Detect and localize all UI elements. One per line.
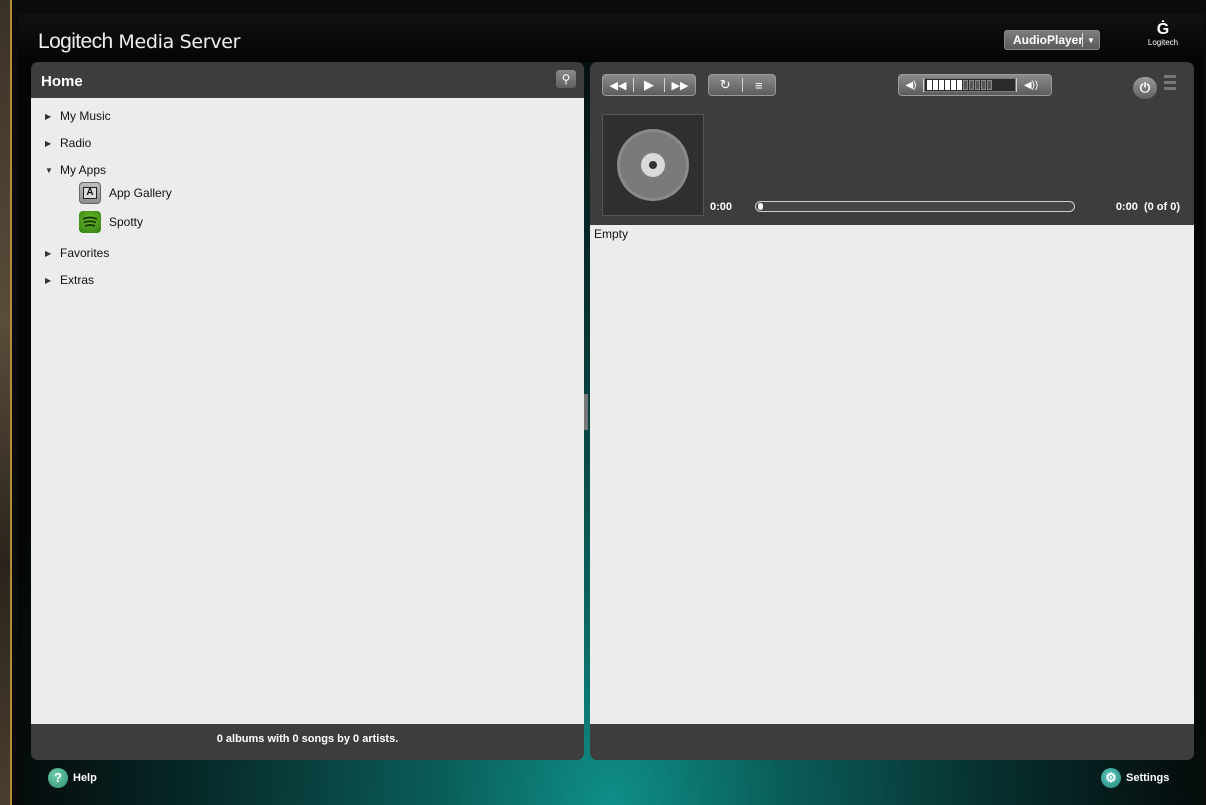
volume-up-button[interactable]: ◀))	[1017, 75, 1045, 95]
power-button[interactable]: ⏻	[1133, 77, 1157, 99]
home-panel: Home ⚲ ▶ My Music ▶ Radio ▼ My Apps A Ap…	[31, 62, 584, 760]
volume-segment	[927, 80, 932, 90]
volume-segment	[945, 80, 950, 90]
tree-item-extras[interactable]: ▶ Extras	[45, 272, 94, 288]
play-icon: ▶	[643, 77, 654, 92]
library-stats: 0 albums with 0 songs by 0 artists.	[216, 733, 399, 745]
power-icon: ⏻	[1139, 80, 1151, 95]
player-select[interactable]: AudioPlayer ▼	[1004, 30, 1100, 50]
volume-segment	[963, 80, 968, 90]
volume-down-icon: ◀)	[905, 79, 917, 91]
player-menu-button[interactable]	[1164, 75, 1178, 97]
logo-text: Logitech	[1147, 38, 1179, 47]
mode-controls: ↻ ≡	[708, 74, 776, 96]
chevron-down-icon: ▼	[1087, 36, 1095, 45]
settings-link[interactable]: ⚙ Settings	[1101, 768, 1169, 788]
repeat-icon: ↻	[719, 77, 731, 92]
tree-item-label: My Apps	[60, 163, 107, 177]
volume-segment	[975, 80, 980, 90]
home-tree: ▶ My Music ▶ Radio ▼ My Apps A App Galle…	[31, 98, 584, 724]
album-art	[602, 114, 704, 216]
expand-arrow-icon[interactable]: ▶	[45, 276, 55, 285]
tree-item-label: Favorites	[60, 246, 110, 260]
spotty-icon	[79, 211, 101, 233]
total-time: 0:00 (0 of 0)	[1115, 201, 1180, 213]
app-item-label: App Gallery	[109, 186, 172, 200]
menu-line	[1164, 87, 1176, 90]
volume-up-icon: ◀))	[1023, 79, 1039, 91]
top-bar: Logitech Media Server AudioPlayer ▼ Ġ Lo…	[18, 14, 1204, 62]
shuffle-button[interactable]: ≡	[742, 75, 775, 95]
app-window: Logitech Media Server AudioPlayer ▼ Ġ Lo…	[18, 14, 1204, 805]
screen: Logitech Media Server AudioPlayer ▼ Ġ Lo…	[0, 0, 1206, 805]
app-title: Logitech Media Server	[38, 30, 240, 54]
cd-disc-icon	[617, 129, 689, 201]
volume-segment	[981, 80, 986, 90]
panel-resize-handle[interactable]	[584, 394, 588, 430]
progress-bar[interactable]	[755, 201, 1075, 212]
player-select-separator	[1082, 33, 1083, 47]
help-label: Help	[73, 772, 97, 784]
player-select-label: AudioPlayer	[1013, 33, 1084, 47]
volume-segment	[951, 80, 956, 90]
shuffle-icon: ≡	[754, 77, 763, 93]
playlist: Empty	[590, 225, 1194, 724]
rewind-button[interactable]: ◀◀	[603, 75, 633, 95]
expand-arrow-icon[interactable]: ▶	[45, 249, 55, 258]
menu-line	[1164, 81, 1176, 84]
transport-controls: ◀◀ ▶ ▶▶	[602, 74, 696, 96]
tree-item-my-apps[interactable]: ▼ My Apps	[45, 162, 106, 178]
tree-item-radio[interactable]: ▶ Radio	[45, 135, 91, 151]
fast-forward-icon: ▶▶	[671, 79, 689, 92]
player-panel: ◀◀ ▶ ▶▶ ↻ ≡ ◀) ◀)) ⏻ 0:00 0:00 (0 of 0) …	[590, 62, 1194, 760]
logitech-logo-icon: Ġ	[1156, 21, 1170, 38]
volume-segment	[969, 80, 974, 90]
volume-segment	[987, 80, 992, 90]
app-gallery-icon: A	[79, 182, 101, 204]
elapsed-time: 0:00	[710, 201, 733, 213]
volume-segment	[939, 80, 944, 90]
playlist-status: Empty	[594, 227, 629, 241]
panel-title: Home	[41, 73, 83, 90]
settings-gear-icon: ⚙	[1101, 768, 1121, 788]
logitech-logo: Ġ Logitech	[1143, 22, 1183, 54]
progress-knob[interactable]	[758, 203, 763, 210]
home-panel-header: Home ⚲	[31, 62, 584, 98]
desktop-edge	[0, 0, 10, 805]
fast-forward-button[interactable]: ▶▶	[665, 75, 695, 95]
volume-segment	[933, 80, 938, 90]
app-item-spotty[interactable]: Spotty	[79, 210, 143, 234]
search-icon: ⚲	[561, 72, 571, 86]
rewind-icon: ◀◀	[609, 79, 627, 92]
repeat-button[interactable]: ↻	[709, 75, 742, 95]
help-icon: ?	[48, 768, 68, 788]
volume-control: ◀) ◀))	[898, 74, 1052, 96]
tree-item-label: My Music	[60, 109, 111, 123]
app-item-app-gallery[interactable]: A App Gallery	[79, 181, 172, 205]
app-title-brand: Logitech	[38, 30, 113, 53]
volume-segment	[957, 80, 962, 90]
help-link[interactable]: ? Help	[48, 768, 97, 788]
settings-label: Settings	[1126, 772, 1170, 784]
volume-slider[interactable]	[924, 78, 1016, 92]
expand-arrow-icon[interactable]: ▶	[45, 139, 55, 148]
tree-item-my-music[interactable]: ▶ My Music	[45, 108, 111, 124]
collapse-arrow-icon[interactable]: ▼	[45, 166, 55, 175]
volume-down-button[interactable]: ◀)	[899, 75, 923, 95]
expand-arrow-icon[interactable]: ▶	[45, 112, 55, 121]
menu-line	[1164, 75, 1176, 78]
search-button[interactable]: ⚲	[556, 70, 576, 88]
tree-item-label: Radio	[60, 136, 92, 150]
tree-item-label: Extras	[60, 273, 95, 287]
desktop-edge-line	[10, 0, 12, 805]
app-title-rest: Media Server	[112, 31, 241, 53]
tree-item-favorites[interactable]: ▶ Favorites	[45, 245, 109, 261]
app-item-label: Spotty	[109, 215, 144, 229]
play-button[interactable]: ▶	[634, 75, 664, 95]
